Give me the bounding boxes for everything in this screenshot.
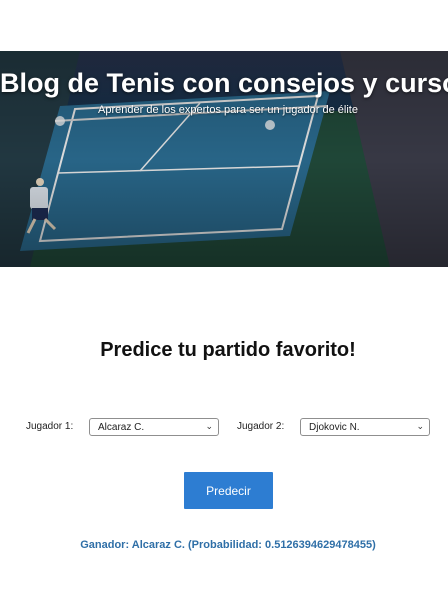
hero-title: Blog de Tenis con consejos y cursos: [0, 68, 448, 98]
player1-select[interactable]: Alcaraz C. ⌄: [89, 418, 219, 436]
player1-label: Jugador 1:: [26, 421, 74, 432]
hero-banner: Blog de Tenis con consejos y cursos Apre…: [0, 51, 448, 267]
predict-title: Predice tu partido favorito!: [100, 339, 356, 361]
chevron-down-icon: ⌄: [205, 421, 213, 431]
player2-select[interactable]: Djokovic N. ⌄: [300, 418, 430, 436]
hero-subtitle: Aprender de los expertos para ser un jug…: [98, 104, 358, 116]
chevron-down-icon: ⌄: [416, 421, 424, 431]
prediction-result: Ganador: Alcaraz C. (Probabilidad: 0.512…: [80, 539, 376, 551]
player1-selected-value: Alcaraz C.: [98, 422, 145, 433]
predict-button[interactable]: Predecir: [184, 472, 273, 509]
player2-selected-value: Djokovic N.: [309, 422, 360, 433]
player2-label: Jugador 2:: [237, 421, 285, 432]
